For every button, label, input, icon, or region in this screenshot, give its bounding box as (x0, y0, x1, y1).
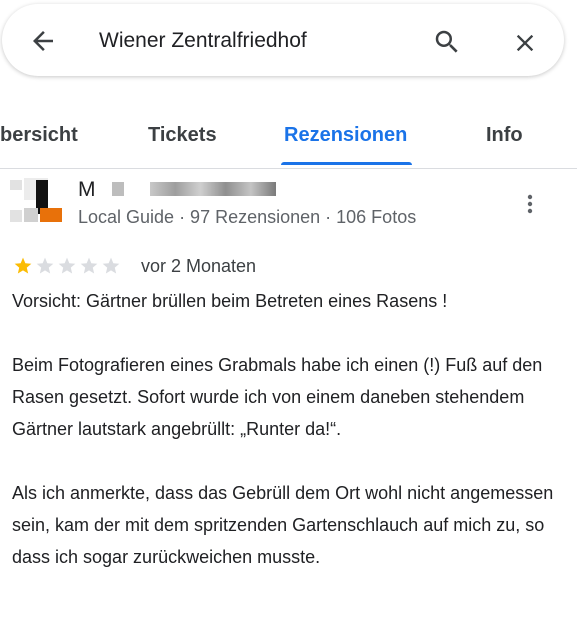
tab-bar: bersicht Tickets Rezensionen Info (0, 104, 577, 169)
reviewer-meta[interactable]: Local Guide · 97 Rezensionen · 106 Fotos (78, 204, 416, 230)
tab-info[interactable]: Info (486, 122, 523, 148)
review-paragraph: Als ich anmerkte, dass das Gebrüll dem O… (12, 483, 554, 567)
star-empty-icon (80, 257, 98, 274)
review-paragraph: Beim Fotografieren eines Grabmals habe i… (12, 355, 543, 439)
maps-place-reviews: Wiener Zentralfriedhof bersicht Tickets … (0, 0, 577, 640)
star-empty-icon (102, 257, 120, 274)
tab-overview[interactable]: bersicht (0, 122, 78, 148)
arrow-back-icon[interactable] (28, 26, 58, 56)
tab-reviews[interactable]: Rezensionen (284, 122, 407, 148)
star-empty-icon (36, 257, 54, 274)
review-paragraph: Vorsicht: Gärtner brüllen beim Betreten … (12, 291, 448, 311)
search-bar[interactable]: Wiener Zentralfriedhof (2, 4, 564, 76)
close-icon[interactable] (511, 29, 539, 57)
active-tab-indicator (281, 162, 412, 165)
search-icon[interactable] (432, 27, 462, 57)
redacted-name-part (112, 182, 124, 196)
star-filled-icon (14, 257, 32, 274)
search-query[interactable]: Wiener Zentralfriedhof (99, 26, 307, 56)
star-rating (12, 256, 122, 276)
star-empty-icon (58, 257, 76, 274)
tab-tickets[interactable]: Tickets (148, 122, 217, 148)
review-date: vor 2 Monaten (141, 256, 257, 276)
more-vert-icon[interactable] (520, 192, 540, 218)
review-text: Vorsicht: Gärtner brüllen beim Betreten … (12, 285, 572, 605)
avatar[interactable] (10, 178, 64, 224)
redacted-name (150, 182, 276, 196)
reviewer-name[interactable]: M (78, 176, 96, 204)
